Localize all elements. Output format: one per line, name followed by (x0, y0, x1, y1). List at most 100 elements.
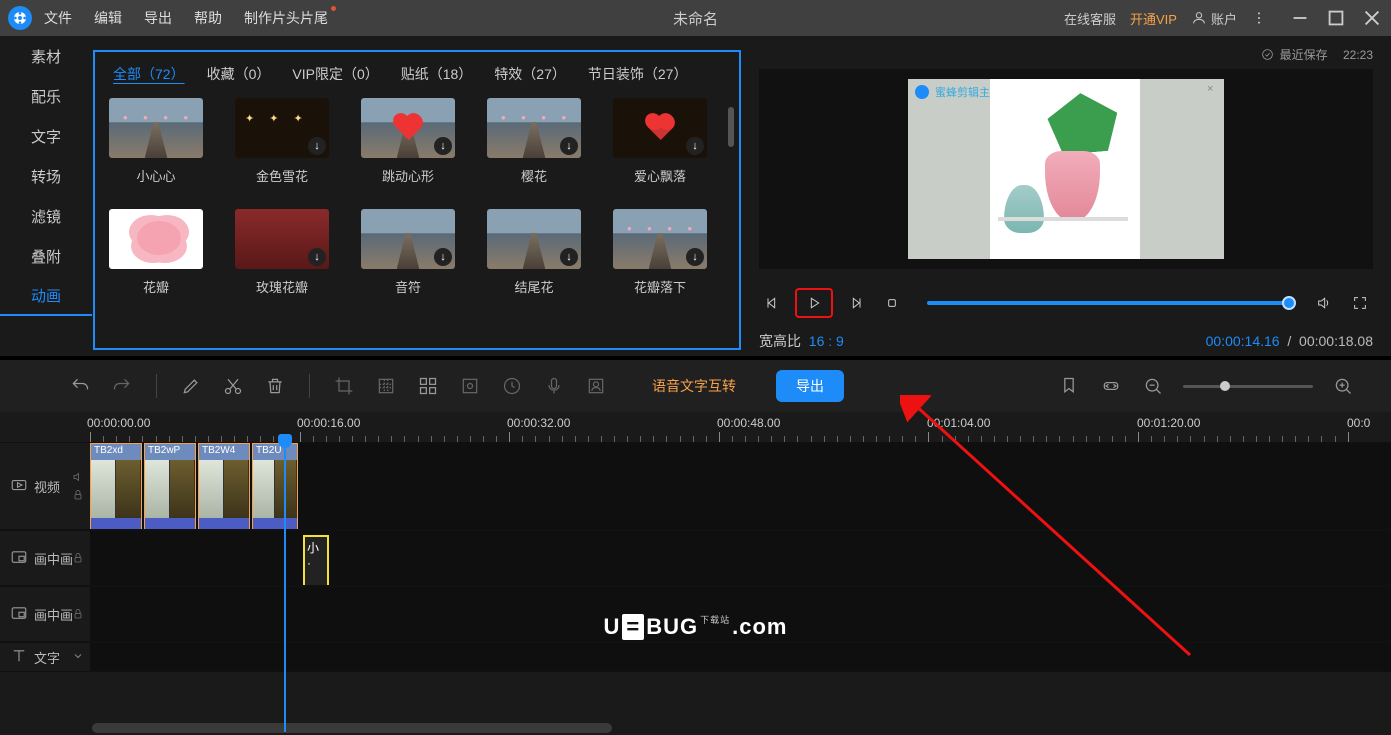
cat-vip[interactable]: VIP限定（0） (292, 64, 378, 84)
cat-sticker[interactable]: 贴纸（18） (401, 64, 473, 84)
lib-item[interactable]: 小心心 (109, 98, 203, 185)
video-clip[interactable]: TB2W4 (198, 443, 250, 529)
lib-label: 花瓣落下 (634, 277, 686, 296)
grid-button[interactable] (416, 374, 440, 398)
next-frame-button[interactable] (843, 290, 869, 316)
lock-icon[interactable] (72, 489, 84, 501)
cut-button[interactable] (221, 374, 245, 398)
menu-help[interactable]: 帮助 (194, 8, 222, 28)
timeline: 00:00:00.00 00:00:16.00 00:00:32.00 00:0… (0, 412, 1391, 735)
vip-link[interactable]: 开通VIP (1130, 9, 1177, 28)
export-button[interactable]: 导出 (776, 370, 844, 402)
nav-material[interactable]: 素材 (0, 36, 92, 76)
clip-label: TB2wP (145, 444, 195, 460)
fullscreen-button[interactable] (1347, 290, 1373, 316)
cat-effect[interactable]: 特效（27） (494, 64, 566, 84)
lock-icon[interactable] (72, 608, 84, 620)
delete-button[interactable] (263, 374, 287, 398)
seek-thumb[interactable] (1282, 296, 1296, 310)
lib-item[interactable]: 花瓣 (109, 209, 203, 296)
menu-edit[interactable]: 编辑 (94, 8, 122, 28)
library-scrollbar[interactable] (728, 107, 734, 147)
lib-item[interactable]: ↓音符 (361, 209, 455, 296)
download-icon[interactable]: ↓ (686, 248, 704, 266)
marker-button[interactable] (1057, 374, 1081, 398)
play-button[interactable] (795, 288, 833, 318)
preview-close-icon[interactable]: × (1207, 83, 1220, 96)
lib-thumb: ↓ (361, 209, 455, 269)
library-panel: 全部（72） 收藏（0） VIP限定（0） 贴纸（18） 特效（27） 节日装饰… (93, 50, 741, 350)
preview-stage[interactable]: 蜜蜂剪辑主 × (759, 69, 1373, 269)
minimize-button[interactable] (1289, 7, 1311, 29)
overlay-clip-label: 小 (307, 541, 319, 555)
playhead[interactable] (284, 442, 286, 732)
person-button[interactable] (584, 374, 608, 398)
nav-music[interactable]: 配乐 (0, 76, 92, 116)
lib-item[interactable]: ↓玫瑰花瓣 (235, 209, 329, 296)
mosaic-button[interactable] (374, 374, 398, 398)
pen-button[interactable] (179, 374, 203, 398)
cat-all[interactable]: 全部（72） (113, 64, 185, 84)
cat-holiday[interactable]: 节日装饰（27） (588, 64, 688, 84)
download-icon[interactable]: ↓ (308, 248, 326, 266)
more-icon[interactable] (1251, 10, 1267, 26)
menu-intro-outro[interactable]: 制作片头片尾 (244, 8, 328, 28)
lib-label: 花瓣 (143, 277, 169, 296)
lib-item[interactable]: ↓跳动心形 (361, 98, 455, 185)
mic-button[interactable] (542, 374, 566, 398)
undo-button[interactable] (68, 374, 92, 398)
download-icon[interactable]: ↓ (308, 137, 326, 155)
menu-export[interactable]: 导出 (144, 8, 172, 28)
timeline-scrollbar[interactable] (92, 723, 612, 733)
voice-convert-button[interactable]: 语音文字互转 (652, 376, 736, 396)
stop-button[interactable] (879, 290, 905, 316)
menu-file[interactable]: 文件 (44, 8, 72, 28)
download-icon[interactable]: ↓ (686, 137, 704, 155)
last-saved-label: 最近保存 (1280, 46, 1328, 63)
download-icon[interactable]: ↓ (560, 137, 578, 155)
nav-filter[interactable]: 滤镜 (0, 196, 92, 236)
seek-bar[interactable] (927, 301, 1289, 305)
time-total: 00:00:18.08 (1299, 333, 1373, 349)
nav-text-label: 文字 (31, 126, 61, 147)
lib-thumb: ↓ (235, 209, 329, 269)
track-label: 视频 (34, 477, 60, 496)
close-button[interactable] (1361, 7, 1383, 29)
download-icon[interactable]: ↓ (560, 248, 578, 266)
lock-icon[interactable] (72, 552, 84, 564)
download-icon[interactable]: ↓ (434, 137, 452, 155)
watermark: U=BUG下载站.com (603, 614, 787, 640)
lib-item[interactable]: ↓爱心飘落 (613, 98, 707, 185)
crop-button[interactable] (332, 374, 356, 398)
overlay-clip[interactable]: 小· (303, 535, 329, 585)
volume-icon[interactable] (72, 471, 84, 483)
online-support-link[interactable]: 在线客服 (1064, 9, 1116, 28)
maximize-button[interactable] (1325, 7, 1347, 29)
fit-button[interactable] (1099, 374, 1123, 398)
account-label: 账户 (1211, 9, 1237, 28)
video-clip[interactable]: TB2xd (90, 443, 142, 529)
frame-button[interactable] (458, 374, 482, 398)
lib-item[interactable]: ↓金色雪花 (235, 98, 329, 185)
lib-item[interactable]: ↓樱花 (487, 98, 581, 185)
lib-item[interactable]: ↓结尾花 (487, 209, 581, 296)
nav-transition[interactable]: 转场 (0, 156, 92, 196)
zoom-slider[interactable] (1183, 385, 1313, 388)
nav-animation[interactable]: 动画 (0, 276, 92, 316)
zoom-in-button[interactable] (1331, 374, 1355, 398)
clock-button[interactable] (500, 374, 524, 398)
zoom-out-button[interactable] (1141, 374, 1165, 398)
track-head-video: 视频 (0, 443, 90, 529)
account-menu[interactable]: 账户 (1191, 9, 1237, 28)
volume-button[interactable] (1311, 290, 1337, 316)
chevron-down-icon[interactable] (72, 650, 84, 665)
download-icon[interactable]: ↓ (434, 248, 452, 266)
prev-frame-button[interactable] (759, 290, 785, 316)
nav-overlay[interactable]: 叠附 (0, 236, 92, 276)
redo-button[interactable] (110, 374, 134, 398)
cat-favorite[interactable]: 收藏（0） (207, 64, 271, 84)
video-clip[interactable]: TB2wP (144, 443, 196, 529)
video-clip[interactable]: TB2U (252, 443, 298, 529)
nav-text[interactable]: 文字 (0, 116, 92, 156)
lib-item[interactable]: ↓花瓣落下 (613, 209, 707, 296)
